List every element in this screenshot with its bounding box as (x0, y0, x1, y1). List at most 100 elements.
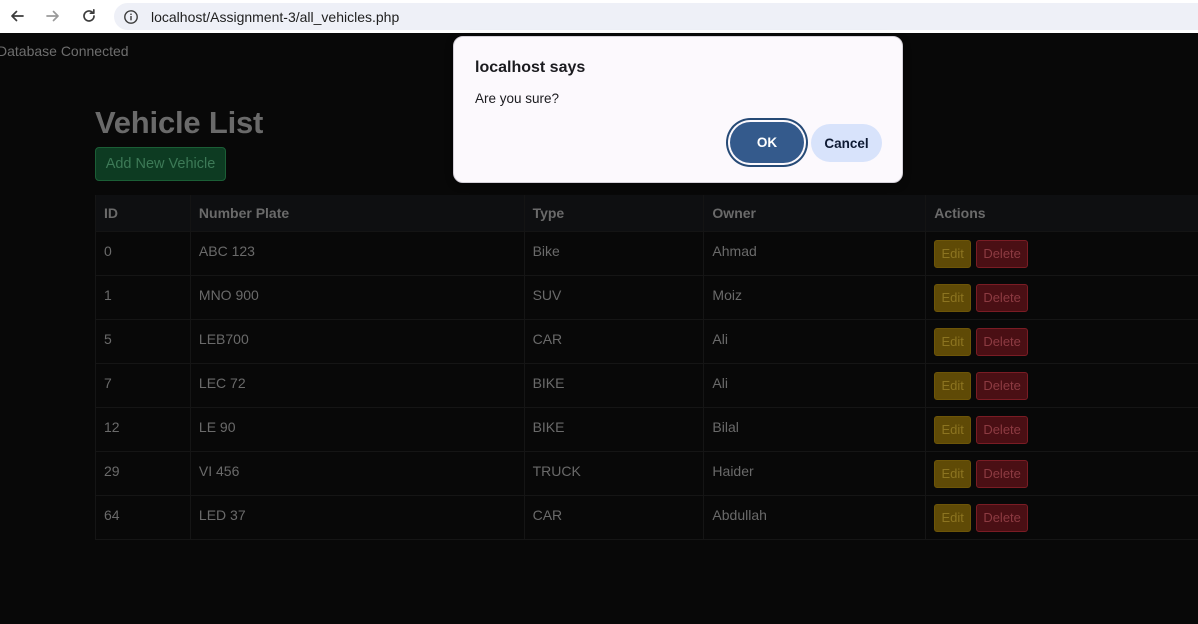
edit-button[interactable]: Edit (934, 283, 972, 312)
url-text[interactable]: localhost/Assignment-3/all_vehicles.php (151, 9, 399, 25)
cell-owner-text: Ahmad (712, 242, 757, 259)
delete-button[interactable]: Delete (976, 503, 1029, 532)
cell-type: BIKE (524, 407, 705, 452)
cell-plate-text: LE 90 (198, 418, 236, 435)
dialog-title: localhost says (475, 59, 586, 76)
cell-id: 5 (95, 319, 191, 364)
cancel-button[interactable]: Cancel (811, 124, 882, 162)
cell-actions: Edit Delete (925, 451, 1198, 496)
delete-button[interactable]: Delete (976, 415, 1029, 444)
cell-plate: ABC 123 (190, 231, 525, 276)
cell-plate-text: ABC 123 (198, 242, 255, 259)
table-row: 7 LEC 72 BIKE Ali Edit Delete (95, 363, 1198, 408)
back-button[interactable] (5, 4, 29, 28)
cell-id-text: 0 (104, 242, 112, 259)
cell-actions: Edit Delete (925, 275, 1198, 320)
cell-actions: Edit Delete (925, 363, 1198, 408)
cell-plate: MNO 900 (190, 275, 525, 320)
cell-id: 12 (95, 407, 191, 452)
page-title: Vehicle List (95, 105, 264, 140)
edit-button[interactable]: Edit (934, 503, 972, 532)
browser-toolbar: localhost/Assignment-3/all_vehicles.php (0, 0, 1198, 33)
cell-id: 0 (95, 231, 191, 276)
cell-type-text: CAR (532, 330, 563, 347)
vehicles-table: ID Number Plate Type Owner Actions 0 ABC… (95, 195, 1198, 540)
cell-owner-text: Bilal (712, 418, 739, 435)
cell-owner-text: Ali (712, 330, 728, 347)
cell-actions: Edit Delete (925, 495, 1198, 540)
cell-type-text: TRUCK (532, 462, 581, 479)
table-row: 1 MNO 900 SUV Moiz Edit Delete (95, 275, 1198, 320)
cell-owner: Ali (703, 363, 927, 408)
info-circle-icon[interactable] (123, 9, 139, 25)
header-actions: Actions (925, 195, 1198, 232)
db-status-text: Database Connected (0, 43, 129, 59)
cell-type-text: CAR (532, 506, 563, 523)
header-number-plate: Number Plate (190, 195, 525, 232)
delete-button[interactable]: Delete (976, 459, 1029, 488)
cell-owner-text: Moiz (712, 286, 742, 303)
cell-type: SUV (524, 275, 705, 320)
ok-button[interactable]: OK (730, 122, 804, 163)
cell-actions: Edit Delete (925, 407, 1198, 452)
cell-id-text: 64 (104, 506, 120, 523)
cell-type: TRUCK (524, 451, 705, 496)
cell-plate-text: MNO 900 (198, 286, 259, 303)
edit-button[interactable]: Edit (934, 371, 972, 400)
delete-button[interactable]: Delete (976, 239, 1029, 268)
edit-button[interactable]: Edit (934, 415, 972, 444)
header-id: ID (95, 195, 191, 232)
cell-id-text: 5 (104, 330, 112, 347)
cell-type: BIKE (524, 363, 705, 408)
cell-plate: LEB700 (190, 319, 525, 364)
cell-owner: Haider (703, 451, 927, 496)
cell-owner-text: Abdullah (712, 506, 767, 523)
cell-plate: LEC 72 (190, 363, 525, 408)
table-row: 12 LE 90 BIKE Bilal Edit Delete (95, 407, 1198, 452)
dialog-message: Are you sure? (475, 91, 560, 106)
cell-type-text: BIKE (532, 418, 565, 435)
delete-button[interactable]: Delete (976, 371, 1029, 400)
cell-type: CAR (524, 495, 705, 540)
cell-plate-text: VI 456 (198, 462, 240, 479)
cell-type-text: BIKE (532, 374, 565, 391)
cell-id-text: 7 (104, 374, 112, 391)
url-path: /Assignment-3/all_vehicles.php (206, 8, 400, 25)
cell-owner: Abdullah (703, 495, 927, 540)
edit-button[interactable]: Edit (934, 239, 972, 268)
cell-plate: LED 37 (190, 495, 525, 540)
cell-owner: Ali (703, 319, 927, 364)
cell-actions: Edit Delete (925, 231, 1198, 276)
table-header-row: ID Number Plate Type Owner Actions (95, 195, 1198, 232)
header-owner: Owner (703, 195, 927, 232)
cell-owner-text: Ali (712, 374, 728, 391)
cell-type-text: SUV (532, 286, 562, 303)
url-host: localhost (151, 8, 207, 25)
address-bar[interactable]: localhost/Assignment-3/all_vehicles.php (114, 3, 1198, 30)
cell-id: 1 (95, 275, 191, 320)
cell-type: CAR (524, 319, 705, 364)
cell-id: 7 (95, 363, 191, 408)
cell-id: 64 (95, 495, 191, 540)
arrow-left-icon (11, 10, 24, 22)
arrow-right-icon (46, 10, 59, 22)
cell-owner: Ahmad (703, 231, 927, 276)
edit-button[interactable]: Edit (934, 459, 972, 488)
forward-button[interactable] (41, 4, 65, 28)
cell-id-text: 29 (104, 462, 120, 479)
reload-button[interactable] (77, 4, 101, 28)
cell-type-text: Bike (532, 242, 560, 259)
edit-button[interactable]: Edit (934, 327, 972, 356)
cell-plate: LE 90 (190, 407, 525, 452)
cell-plate-text: LEC 72 (198, 374, 246, 391)
cell-owner-text: Haider (712, 462, 754, 479)
delete-button[interactable]: Delete (976, 327, 1029, 356)
table-row: 64 LED 37 CAR Abdullah Edit Delete (95, 495, 1198, 540)
reload-icon (83, 8, 95, 22)
delete-button[interactable]: Delete (976, 283, 1029, 312)
cell-type: Bike (524, 231, 705, 276)
table-row: 5 LEB700 CAR Ali Edit Delete (95, 319, 1198, 364)
cell-plate-text: LEB700 (198, 330, 249, 347)
add-vehicle-button[interactable]: Add New Vehicle (95, 147, 226, 181)
cell-id-text: 12 (104, 418, 120, 435)
